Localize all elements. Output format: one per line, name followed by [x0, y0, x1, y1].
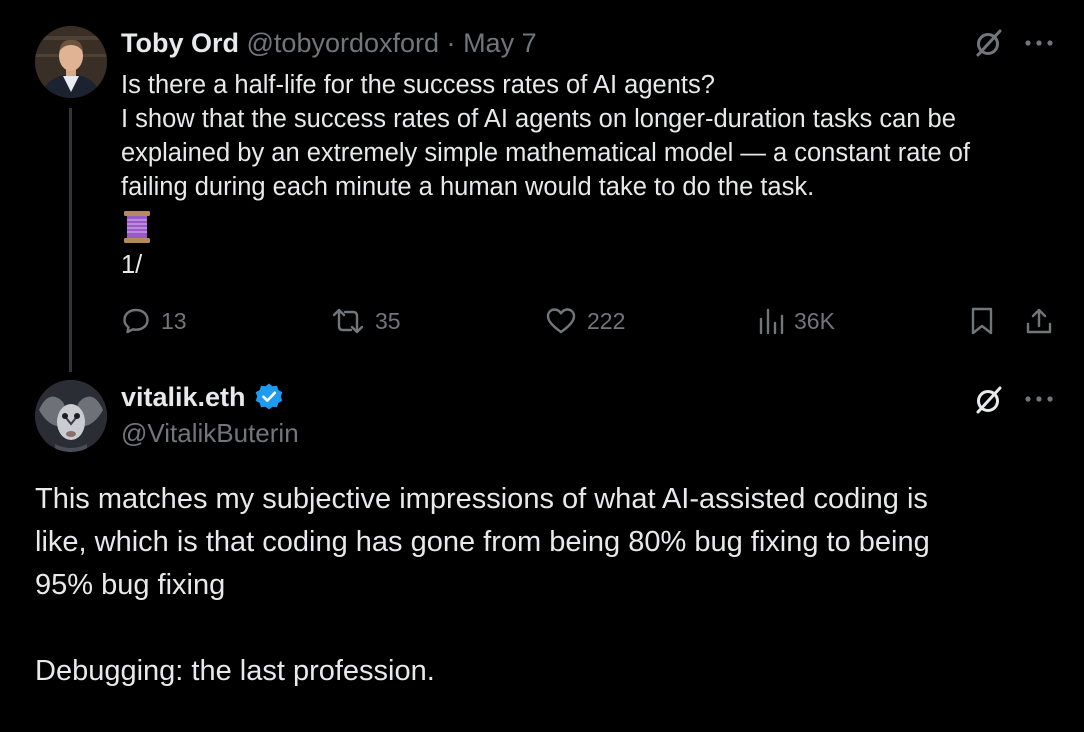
header-separator: ·: [446, 28, 456, 58]
tweet-text-line: failing during each minute a human would…: [121, 173, 815, 201]
reply-text: This matches my subjective impressions o…: [35, 478, 1065, 693]
avatar[interactable]: [35, 26, 107, 98]
author-name[interactable]: Toby Ord: [121, 28, 239, 58]
reply-button[interactable]: 13: [121, 304, 187, 338]
repost-icon: [332, 308, 364, 334]
reply-closing-line: Debugging: the last profession.: [35, 655, 435, 687]
like-button[interactable]: 222: [545, 304, 625, 338]
reply-text-line: like, which is that coding has gone from…: [35, 526, 930, 558]
views-count: 36K: [794, 307, 835, 334]
thread-spool-icon: [122, 210, 152, 244]
more-options-icon[interactable]: [1022, 386, 1056, 412]
author-name[interactable]: vitalik.eth: [121, 380, 246, 414]
reply-text-line: 95% bug fixing: [35, 569, 226, 601]
more-options-icon[interactable]: [1022, 30, 1056, 56]
grok-icon[interactable]: [972, 383, 1006, 417]
views-chart-icon: [759, 308, 784, 335]
share-button[interactable]: [1024, 304, 1054, 338]
bookmark-button[interactable]: [969, 304, 995, 338]
reply-author: vitalik.eth: [121, 380, 284, 414]
reply-text-line: This matches my subjective impressions o…: [35, 483, 928, 515]
thread-count: 1/: [121, 251, 143, 279]
reply-icon: [123, 308, 149, 334]
tweet-text-line: explained by an extremely simple mathema…: [121, 139, 970, 167]
author-handle[interactable]: @VitalikButerin: [121, 416, 299, 450]
heart-icon: [546, 308, 576, 334]
thread-connector-line: [69, 108, 72, 372]
repost-button[interactable]: 35: [331, 304, 401, 338]
repost-count: 35: [375, 307, 401, 334]
verified-badge-icon: [255, 383, 282, 410]
tweet-text: Is there a half-life for the success rat…: [121, 68, 970, 204]
tweet-header: Toby Ord @tobyordoxford · May 7: [121, 26, 537, 60]
author-handle[interactable]: @tobyordoxford: [247, 28, 440, 58]
bookmark-icon: [971, 307, 993, 335]
like-count: 222: [587, 307, 626, 334]
grok-icon[interactable]: [972, 26, 1006, 60]
reply-count: 13: [161, 307, 187, 334]
share-icon: [1026, 308, 1052, 334]
tweet-text-line: Is there a half-life for the success rat…: [121, 71, 715, 99]
tweet-date[interactable]: May 7: [463, 28, 537, 58]
avatar[interactable]: [35, 380, 107, 452]
tweet-text-line: I show that the success rates of AI agen…: [121, 105, 956, 133]
views-button[interactable]: 36K: [758, 304, 835, 338]
